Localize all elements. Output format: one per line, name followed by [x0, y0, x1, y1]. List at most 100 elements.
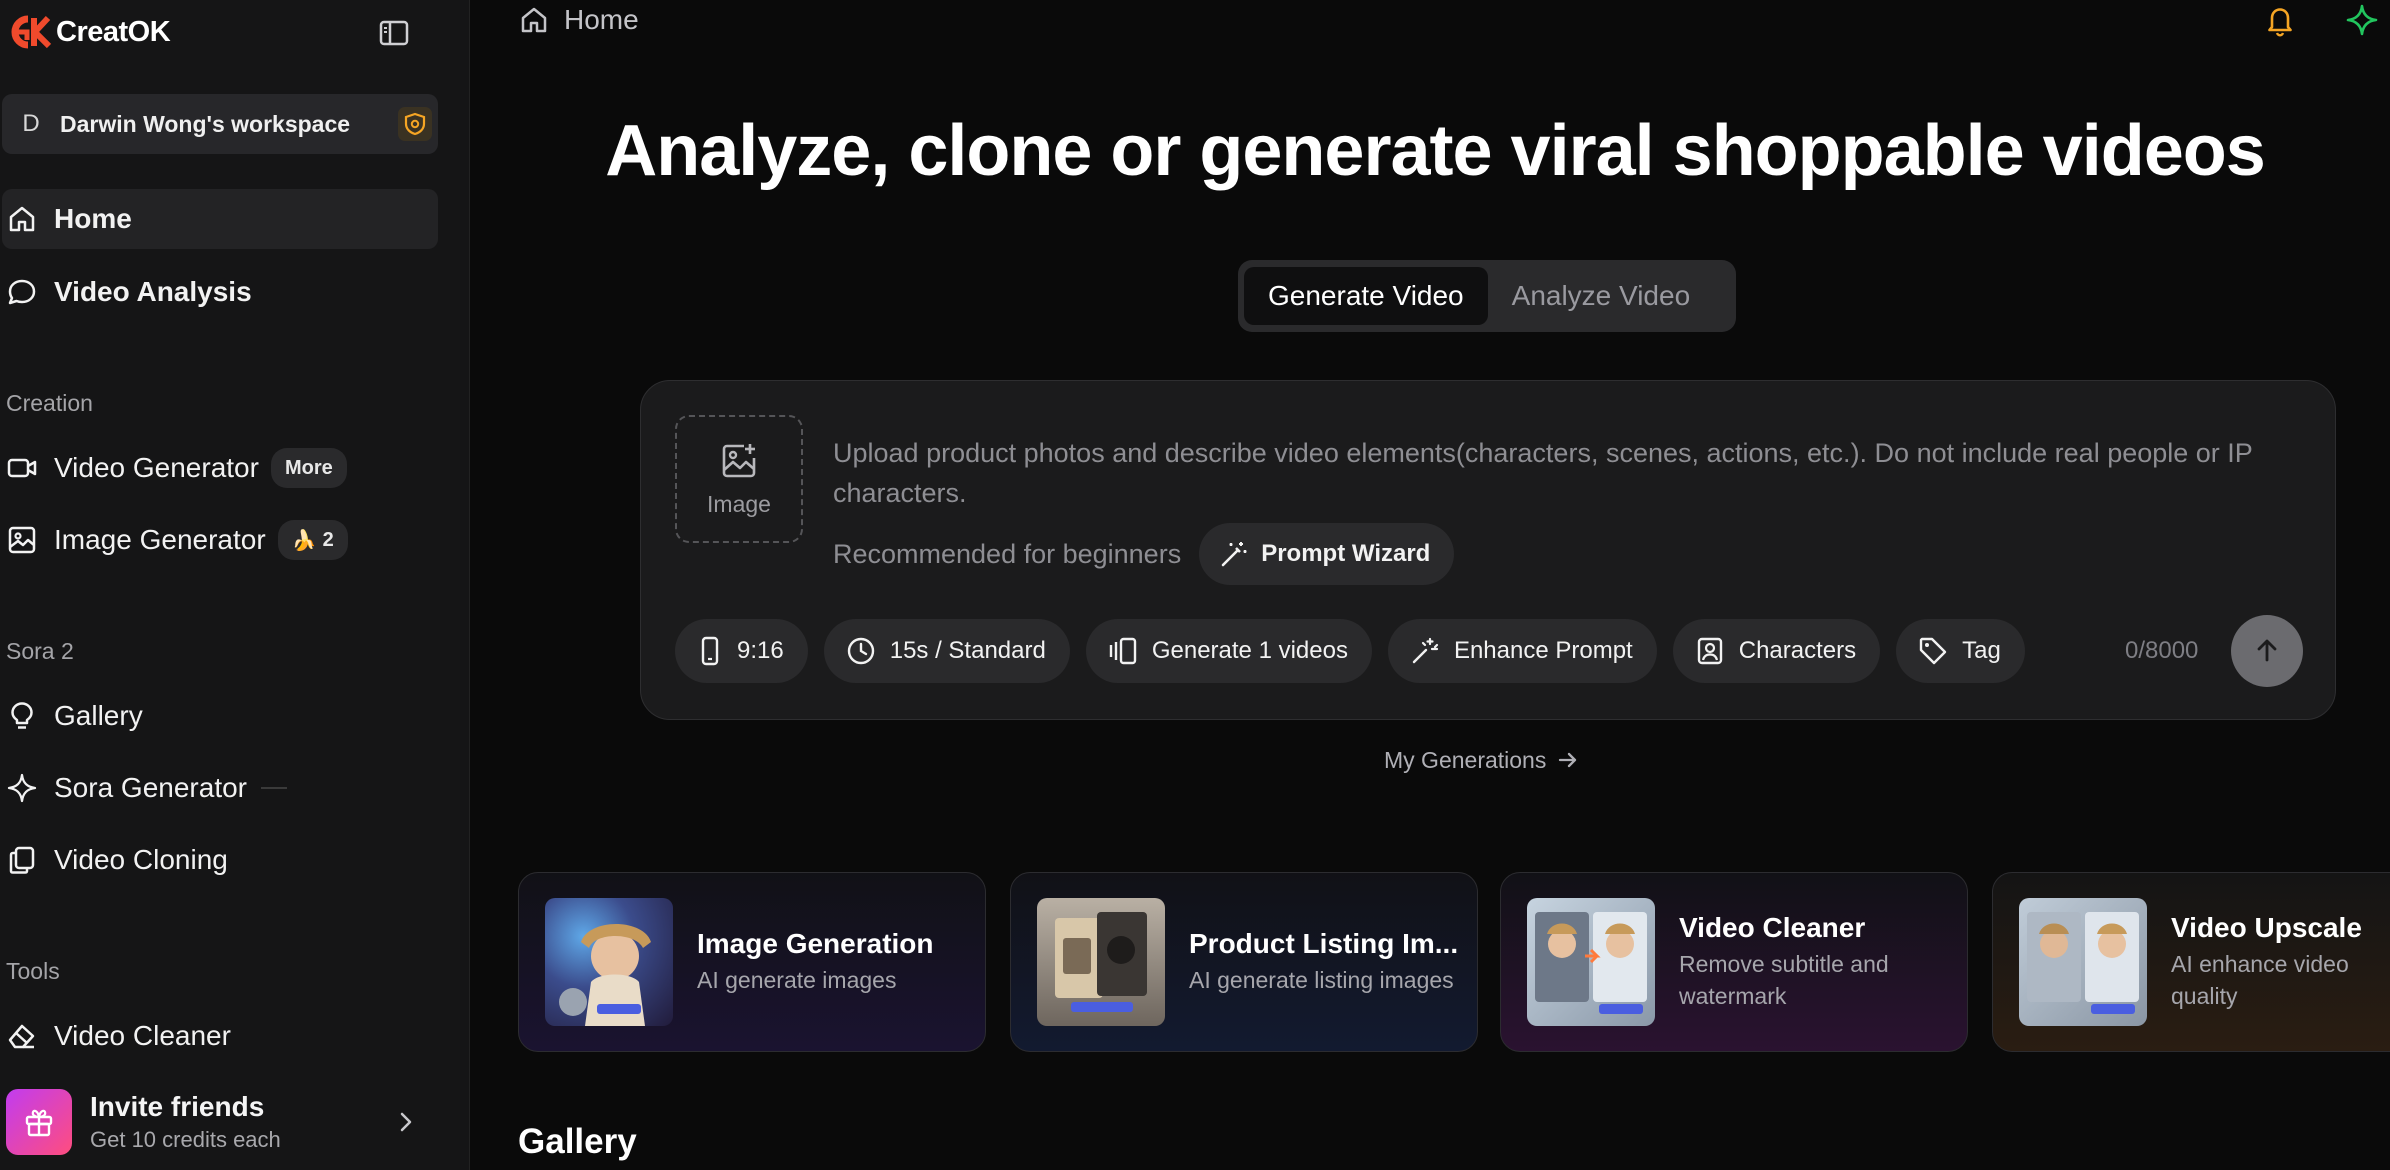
- sparkle-credits-icon[interactable]: [2344, 2, 2380, 38]
- sidebar-item-label: Gallery: [54, 700, 143, 731]
- invite-subtitle: Get 10 credits each: [90, 1127, 281, 1152]
- gallery-heading: Gallery: [518, 1122, 637, 1161]
- lightbulb-icon: [2, 696, 42, 736]
- gift-icon: [6, 1089, 72, 1155]
- enhance-prompt-button[interactable]: Enhance Prompt: [1387, 619, 1657, 683]
- invite-friends-banner[interactable]: Invite friends Get 10 credits each: [2, 1080, 438, 1164]
- image-add-icon: [719, 441, 759, 481]
- person-card-icon: [1695, 636, 1725, 666]
- invite-title: Invite friends: [90, 1091, 265, 1122]
- video-count-button[interactable]: Generate 1 videos: [1085, 619, 1372, 683]
- tag-icon: [1918, 636, 1948, 666]
- sidebar-toggle-icon[interactable]: [378, 17, 410, 49]
- section-title-creation: Creation: [6, 390, 93, 416]
- app-root: CreatOK D Darwin Wong's workspace Home V…: [0, 0, 2390, 1170]
- characters-label: Characters: [1738, 637, 1857, 664]
- sidebar-item-home[interactable]: Home: [2, 189, 438, 249]
- chevron-right-icon: [396, 1110, 416, 1134]
- arrow-up-icon: [2252, 636, 2282, 666]
- duration-button[interactable]: 15s / Standard: [823, 619, 1070, 683]
- character-counter: 0/8000: [2125, 637, 2199, 664]
- sidebar-item-label: Video Cleaner: [54, 1020, 231, 1051]
- credit-badge: 🍌 2: [277, 520, 348, 560]
- chat-bubble-icon: [2, 272, 42, 312]
- sidebar-item-image-generator[interactable]: Image Generator 🍌 2: [2, 510, 438, 570]
- magic-wand-icon: [1219, 539, 1249, 569]
- prompt-panel: Image Upload product photos and describe…: [640, 380, 2336, 720]
- creatok-logo-icon: [8, 15, 52, 49]
- breadcrumb-label: Home: [564, 4, 639, 35]
- card-thumbnail: [1037, 898, 1165, 1026]
- sidebar-item-label: Image Generator: [54, 524, 266, 555]
- workspace-switcher[interactable]: D Darwin Wong's workspace: [2, 94, 438, 154]
- breadcrumb[interactable]: Home: [518, 2, 639, 38]
- sidebar-item-label: Video Generator: [54, 452, 259, 483]
- card-subtitle: AI generate listing images: [1189, 967, 1454, 993]
- sidebar-item-label: Video Cloning: [54, 844, 228, 875]
- card-title: Product Listing Im...: [1189, 928, 1459, 959]
- generation-options: 9:16 15s / Standard Generate 1 videos En…: [675, 619, 2041, 683]
- workspace-avatar: D: [22, 110, 40, 137]
- image-upload-button[interactable]: Image: [675, 415, 803, 543]
- video-count-label: Generate 1 videos: [1151, 637, 1348, 664]
- card-title: Image Generation: [697, 928, 934, 959]
- prompt-input[interactable]: Upload product photos and describe video…: [833, 433, 2303, 513]
- my-generations-label: My Generations: [1384, 746, 1547, 773]
- feature-card-product-listing[interactable]: Product Listing Im... AI generate listin…: [1010, 872, 1478, 1052]
- sidebar-item-video-generator[interactable]: Video Generator More: [2, 438, 438, 498]
- card-thumbnail: [545, 898, 673, 1026]
- app-logo[interactable]: CreatOK: [8, 14, 171, 50]
- notification-bell-icon[interactable]: [2262, 2, 2298, 38]
- phone-icon: [697, 636, 723, 666]
- section-title-tools: Tools: [6, 958, 60, 984]
- credit-count: 2: [322, 528, 334, 551]
- image-icon: [2, 520, 42, 560]
- tag-button[interactable]: Tag: [1896, 619, 2025, 683]
- card-thumbnail: [2019, 898, 2147, 1026]
- my-generations-link[interactable]: My Generations: [1384, 744, 1580, 776]
- sidebar-item-video-cloning[interactable]: Video Cloning: [2, 830, 438, 890]
- card-subtitle: AI generate images: [697, 967, 897, 993]
- tag-label: Tag: [1962, 637, 2001, 664]
- aspect-ratio-button[interactable]: 9:16: [675, 619, 808, 683]
- sidebar-item-gallery[interactable]: Gallery: [2, 686, 438, 746]
- more-badge: More: [270, 448, 347, 488]
- divider: [261, 787, 287, 789]
- duration-label: 15s / Standard: [889, 637, 1046, 664]
- recommend-label: Recommended for beginners: [833, 538, 1182, 569]
- home-icon: [2, 199, 42, 239]
- clock-icon: [846, 636, 876, 666]
- app-name: CreatOK: [56, 15, 171, 48]
- sidebar-item-video-cleaner[interactable]: Video Cleaner: [2, 1006, 438, 1066]
- feature-card-video-cleaner[interactable]: Video Cleaner Remove subtitle and waterm…: [1500, 872, 1968, 1052]
- mode-tabs: Generate Video Analyze Video: [1238, 260, 1736, 332]
- submit-button[interactable]: [2231, 615, 2303, 687]
- enhance-prompt-label: Enhance Prompt: [1453, 637, 1633, 664]
- banana-icon: 🍌: [291, 529, 317, 552]
- prompt-wizard-label: Prompt Wizard: [1261, 540, 1431, 567]
- tab-analyze-video[interactable]: Analyze Video: [1488, 267, 1715, 325]
- feature-card-image-generation[interactable]: Image Generation AI generate images: [518, 872, 986, 1052]
- sparkle-icon: [2, 768, 42, 808]
- characters-button[interactable]: Characters: [1672, 619, 1881, 683]
- recommendation-row: Recommended for beginners Prompt Wizard: [833, 523, 1455, 585]
- sidebar-item-video-analysis[interactable]: Video Analysis: [2, 262, 438, 322]
- aspect-ratio-label: 9:16: [737, 637, 784, 664]
- magic-sparkle-icon: [1410, 636, 1440, 666]
- card-title: Video Upscale: [2171, 912, 2362, 943]
- sidebar: CreatOK D Darwin Wong's workspace Home V…: [0, 0, 470, 1170]
- prompt-wizard-button[interactable]: Prompt Wizard: [1199, 523, 1455, 585]
- sidebar-item-label: Sora Generator: [54, 772, 247, 803]
- copy-icon: [2, 840, 42, 880]
- image-upload-label: Image: [707, 490, 771, 517]
- section-title-sora: Sora 2: [6, 638, 74, 664]
- sidebar-item-sora-generator[interactable]: Sora Generator: [2, 758, 438, 818]
- tab-generate-video[interactable]: Generate Video: [1244, 267, 1488, 325]
- card-thumbnail: [1527, 898, 1655, 1026]
- sidebar-item-label: Home: [54, 203, 132, 234]
- shield-badge-icon: [398, 107, 432, 141]
- card-title: Video Cleaner: [1679, 912, 1866, 943]
- feature-card-video-upscale[interactable]: Video Upscale AI enhance video quality: [1992, 872, 2390, 1052]
- workspace-name: Darwin Wong's workspace: [60, 110, 351, 137]
- card-subtitle: Remove subtitle and watermark: [1679, 951, 1889, 1009]
